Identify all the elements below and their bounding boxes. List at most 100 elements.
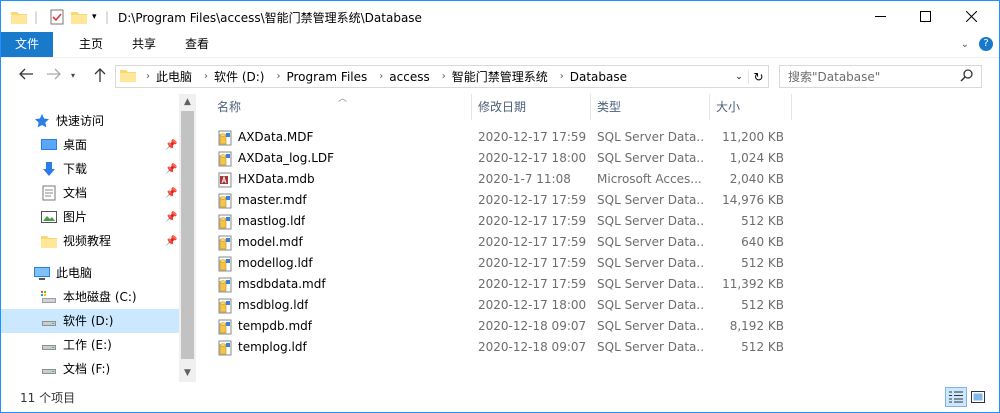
- new-folder-icon[interactable]: [71, 8, 87, 26]
- file-date-cell: 2020-12-18 09:07: [478, 319, 587, 333]
- column-header-date[interactable]: 修改日期: [472, 94, 591, 120]
- column-header-name[interactable]: 名称: [211, 94, 472, 120]
- breadcrumb-access[interactable]: access ›: [389, 70, 445, 84]
- file-size-cell: 640 KB: [741, 235, 784, 249]
- sql-db-icon: [217, 256, 233, 272]
- tab-share[interactable]: 共享: [120, 32, 168, 57]
- details-view-button[interactable]: [945, 387, 967, 407]
- pin-icon[interactable]: 📌: [165, 164, 177, 175]
- up-button[interactable]: [94, 68, 106, 86]
- back-button[interactable]: [19, 68, 33, 84]
- nav-this-pc[interactable]: 此电脑: [34, 261, 92, 285]
- file-name-cell: msdbdata.mdf: [217, 274, 326, 295]
- file-date-cell: 2020-12-18 09:07: [478, 340, 587, 354]
- nav-label: 软件 (D:): [63, 314, 114, 328]
- breadcrumb-database[interactable]: Database: [570, 70, 627, 84]
- file-row[interactable]: mastlog.ldf 2020-12-17 17:59 SQL Server …: [211, 211, 791, 232]
- breadcrumb-this-pc[interactable]: 此电脑 ›: [156, 68, 208, 85]
- file-name-cell: modellog.ldf: [217, 253, 313, 274]
- navigation-pane: 快速访问 桌面 📌 下载 📌 文档 📌 图片 📌 视频教程 📌 此电脑 本地磁盘…: [1, 94, 197, 382]
- file-row[interactable]: AXData.MDF 2020-12-17 17:59 SQL Server D…: [211, 127, 791, 148]
- file-type-cell: SQL Server Data...: [597, 298, 705, 312]
- nav-label: 文档: [63, 186, 88, 200]
- close-button[interactable]: [948, 1, 994, 32]
- file-row[interactable]: model.mdf 2020-12-17 17:59 SQL Server Da…: [211, 232, 791, 253]
- file-row[interactable]: templog.ldf 2020-12-18 09:07 SQL Server …: [211, 337, 791, 358]
- file-size-cell: 512 KB: [741, 256, 784, 270]
- nav-drive-e[interactable]: 工作 (E:): [41, 333, 112, 357]
- address-bar[interactable]: › 此电脑 › 软件 (D:) › Program Files › access › 智…: [115, 65, 769, 88]
- large-icons-view-button[interactable]: [967, 387, 989, 407]
- scroll-thumb[interactable]: [181, 111, 194, 359]
- nav-scrollbar[interactable]: ▲ ▼: [179, 94, 196, 382]
- help-icon[interactable]: ?: [979, 37, 993, 51]
- nav-item-documents[interactable]: 文档: [41, 181, 87, 205]
- file-type-cell: SQL Server Data...: [597, 151, 705, 165]
- file-row[interactable]: tempdb.mdf 2020-12-18 09:07 SQL Server D…: [211, 316, 791, 337]
- file-row[interactable]: msdblog.ldf 2020-12-17 18:00 SQL Server …: [211, 295, 791, 316]
- desktop-icon: [41, 137, 57, 153]
- nav-drive-d[interactable]: 软件 (D:): [1, 309, 179, 333]
- tab-file[interactable]: 文件: [1, 32, 54, 57]
- pin-icon[interactable]: 📌: [165, 236, 177, 247]
- refresh-icon[interactable]: ↻: [748, 69, 768, 84]
- large-icons-view-icon: [971, 391, 985, 403]
- file-date-cell: 2020-12-17 18:00: [478, 298, 587, 312]
- nav-quick-access[interactable]: 快速访问: [34, 109, 104, 133]
- file-row[interactable]: modellog.ldf 2020-12-17 17:59 SQL Server…: [211, 253, 791, 274]
- file-row[interactable]: HXData.mdb 2020-1-7 11:08 Microsoft Acce…: [211, 169, 791, 190]
- nav-drive-c[interactable]: 本地磁盘 (C:): [41, 285, 137, 309]
- file-type-cell: SQL Server Data...: [597, 214, 705, 228]
- file-size-cell: 8,192 KB: [729, 319, 784, 333]
- search-icon[interactable]: [960, 69, 973, 86]
- customize-toolbar-icon[interactable]: ▾: [92, 8, 97, 26]
- up-arrow-icon: [94, 68, 106, 82]
- expand-ribbon-icon[interactable]: ⌄: [961, 39, 969, 50]
- back-arrow-icon: [19, 68, 33, 80]
- nav-label: 此电脑: [56, 266, 93, 280]
- maximize-button[interactable]: [902, 1, 948, 32]
- search-input[interactable]: 搜索"Database": [788, 68, 880, 85]
- file-date-cell: 2020-12-17 17:59: [478, 256, 587, 270]
- nav-item-video-tutorials[interactable]: 视频教程: [41, 229, 111, 253]
- column-header-type[interactable]: 类型: [591, 94, 710, 120]
- address-history-dropdown[interactable]: ⌄: [730, 72, 748, 82]
- folder-icon: [120, 68, 136, 85]
- picture-icon: [41, 209, 57, 225]
- status-bar: 11 个项目: [1, 382, 999, 412]
- file-row[interactable]: AXData_log.LDF 2020-12-17 18:00 SQL Serv…: [211, 148, 791, 169]
- search-box[interactable]: 搜索"Database": [779, 65, 982, 88]
- nav-item-downloads[interactable]: 下载: [41, 157, 87, 181]
- breadcrumb-drive-d[interactable]: 软件 (D:) ›: [214, 68, 280, 85]
- tab-view[interactable]: 查看: [173, 32, 221, 57]
- file-name-cell: AXData_log.LDF: [217, 148, 334, 169]
- pin-icon[interactable]: 📌: [165, 212, 177, 223]
- file-name-cell: tempdb.mdf: [217, 316, 312, 337]
- nav-item-desktop[interactable]: 桌面: [41, 133, 181, 157]
- window-title: D:\Program Files\access\智能门禁管理系统\Databas…: [118, 11, 422, 25]
- properties-icon[interactable]: [50, 8, 64, 26]
- breadcrumb-program-files[interactable]: Program Files ›: [286, 70, 383, 84]
- breadcrumb-separator[interactable]: ›: [142, 71, 150, 82]
- file-row[interactable]: msdbdata.mdf 2020-12-17 17:59 SQL Server…: [211, 274, 791, 295]
- minimize-button[interactable]: [857, 1, 903, 32]
- file-name-cell: model.mdf: [217, 232, 303, 253]
- nav-label: 下载: [63, 162, 88, 176]
- file-row[interactable]: master.mdf 2020-12-17 17:59 SQL Server D…: [211, 190, 791, 211]
- recent-locations-icon[interactable]: ▾: [71, 71, 75, 80]
- tab-home[interactable]: 主页: [67, 32, 115, 57]
- pin-icon[interactable]: 📌: [165, 140, 177, 151]
- nav-label: 工作 (E:): [63, 338, 112, 352]
- scroll-up-icon[interactable]: ▲: [179, 94, 196, 111]
- forward-button[interactable]: [47, 68, 61, 84]
- nav-item-pictures[interactable]: 图片: [41, 205, 87, 229]
- star-icon: [34, 113, 50, 129]
- scroll-down-icon[interactable]: ▼: [179, 365, 196, 382]
- pin-icon[interactable]: 📌: [165, 188, 177, 199]
- column-header-size[interactable]: 大小: [710, 94, 792, 120]
- breadcrumb-access-system[interactable]: 智能门禁管理系统 ›: [452, 68, 564, 85]
- file-date-cell: 2020-12-17 17:59: [478, 277, 587, 291]
- nav-drive-f[interactable]: 文档 (F:): [41, 357, 110, 381]
- nav-label: 快速访问: [56, 114, 105, 128]
- toolbar-divider: |: [34, 10, 39, 24]
